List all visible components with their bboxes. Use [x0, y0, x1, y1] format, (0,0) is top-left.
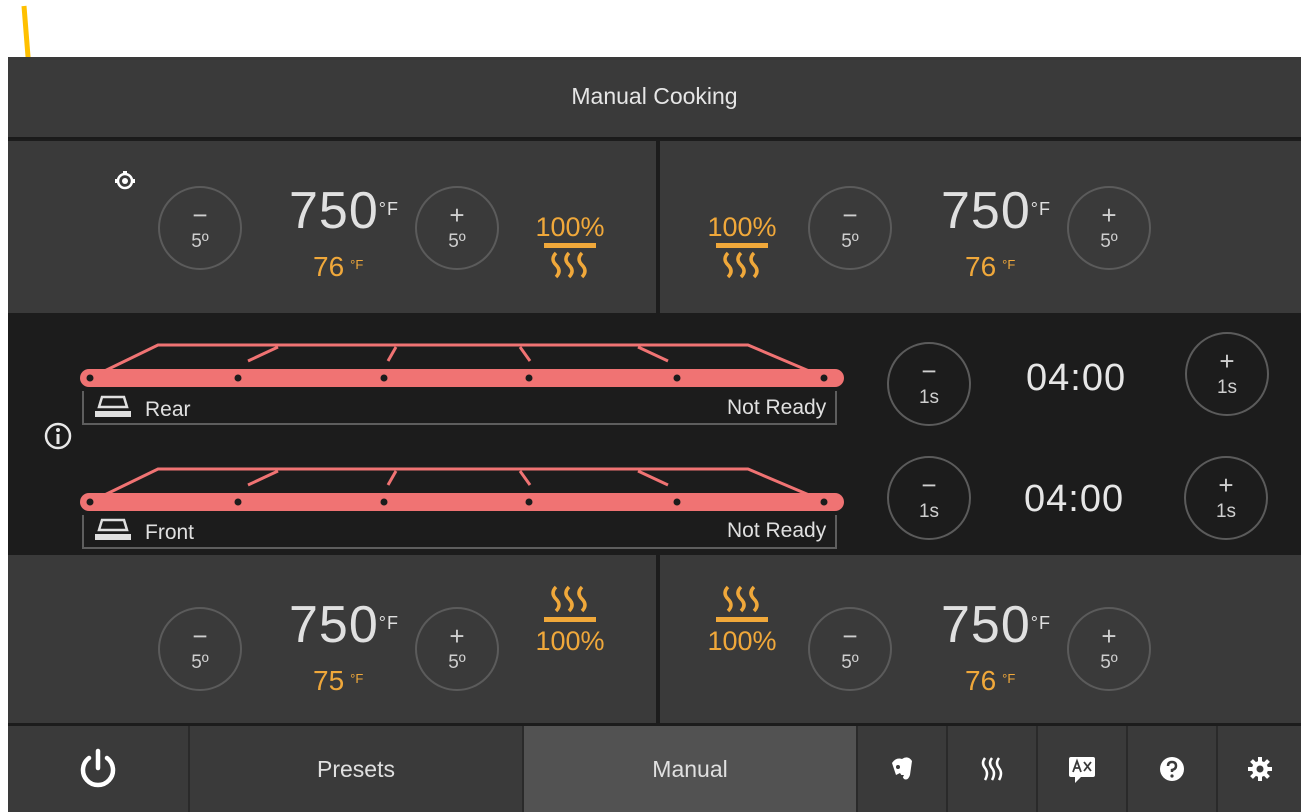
setpoint-temp: 750°F	[941, 182, 1051, 240]
heat-icon	[544, 585, 596, 622]
actual-temp: 76 °F	[313, 251, 364, 282]
heater-percent: 100%	[535, 626, 605, 656]
zone-bottom-right: 100% − 5º 750°F 76 °F + 5º	[660, 555, 1301, 723]
heat-icon	[716, 585, 768, 622]
actual-temp: 76 °F	[965, 665, 1016, 696]
conveyor-status-front: Not Ready	[727, 519, 827, 542]
conveyor-belt-rear[interactable]	[68, 341, 858, 391]
conveyor-frame-rear	[82, 391, 837, 425]
actual-temp: 76 °F	[965, 251, 1016, 282]
heat-settings-button[interactable]	[948, 726, 1038, 812]
bottom-nav: Presets Manual	[8, 726, 1301, 812]
help-icon	[1160, 757, 1184, 781]
power-icon	[80, 748, 116, 788]
power-button[interactable]	[8, 726, 190, 812]
conveyor-icon	[95, 518, 131, 540]
setpoint-temp: 750°F	[289, 596, 399, 654]
heat-icon	[544, 243, 596, 279]
temp-minus-button[interactable]: − 5º	[808, 607, 892, 691]
temp-minus-button[interactable]: − 5º	[158, 186, 242, 270]
language-icon	[1069, 757, 1095, 783]
heater-indicator: 100%	[530, 583, 610, 655]
heater-indicator: 100%	[530, 213, 610, 285]
time-plus-button-front[interactable]: + 1s	[1184, 456, 1268, 540]
conveyor-name-rear: Rear	[145, 398, 191, 421]
heater-percent: 100%	[707, 626, 777, 656]
temp-plus-button[interactable]: + 5º	[415, 186, 499, 270]
temp-minus-button[interactable]: − 5º	[808, 186, 892, 270]
settings-button[interactable]	[1218, 726, 1301, 812]
setpoint-temp: 750°F	[941, 596, 1051, 654]
heater-percent: 100%	[707, 212, 777, 242]
zone-top-left: − 5º 750°F 76 °F + 5º 100%	[8, 141, 656, 313]
gear-icon	[1247, 757, 1272, 781]
tab-manual[interactable]: Manual	[524, 726, 858, 812]
conveyor-section: Rear Not Ready − 1s 04:00 + 1s Front Not…	[8, 315, 1301, 555]
zone-top-right: 100% − 5º 750°F 76 °F + 5º	[660, 141, 1301, 313]
setpoint-temp: 750°F	[289, 182, 399, 240]
zone-bottom-left: − 5º 750°F 75 °F + 5º 100%	[8, 555, 656, 723]
temp-minus-button[interactable]: − 5º	[158, 607, 242, 691]
conveyor-status-rear: Not Ready	[727, 396, 827, 419]
tab-presets[interactable]: Presets	[190, 726, 524, 812]
cleaning-icon	[892, 757, 912, 780]
heater-percent: 100%	[535, 212, 605, 242]
oven-screen: Manual Cooking − 5º 750°F 76 °F + 5º 100%	[8, 57, 1301, 812]
heater-indicator: 100%	[702, 213, 782, 285]
title-bar: Manual Cooking	[8, 57, 1301, 139]
temp-plus-button[interactable]: + 5º	[1067, 607, 1151, 691]
time-minus-button-front[interactable]: − 1s	[887, 456, 971, 540]
heater-indicator: 100%	[702, 583, 782, 655]
crust-icon[interactable]	[114, 170, 136, 192]
heat-icon	[716, 243, 768, 279]
conveyor-icon	[95, 395, 131, 417]
bake-time-front: 04:00	[1024, 478, 1125, 520]
conveyor-belt-front[interactable]	[68, 465, 858, 515]
conveyor-name-front: Front	[145, 521, 195, 544]
actual-temp: 75 °F	[313, 665, 364, 696]
clean-button[interactable]	[858, 726, 948, 812]
time-minus-button-rear[interactable]: − 1s	[887, 342, 971, 426]
heat-icon	[981, 757, 1003, 781]
help-button[interactable]	[1128, 726, 1218, 812]
temp-plus-button[interactable]: + 5º	[415, 607, 499, 691]
info-icon[interactable]	[44, 422, 72, 450]
conveyor-frame-front	[82, 515, 837, 549]
temp-plus-button[interactable]: + 5º	[1067, 186, 1151, 270]
language-button[interactable]	[1038, 726, 1128, 812]
bake-time-rear: 04:00	[1026, 357, 1127, 399]
page-title: Manual Cooking	[571, 83, 738, 109]
time-plus-button-rear[interactable]: + 1s	[1185, 332, 1269, 416]
